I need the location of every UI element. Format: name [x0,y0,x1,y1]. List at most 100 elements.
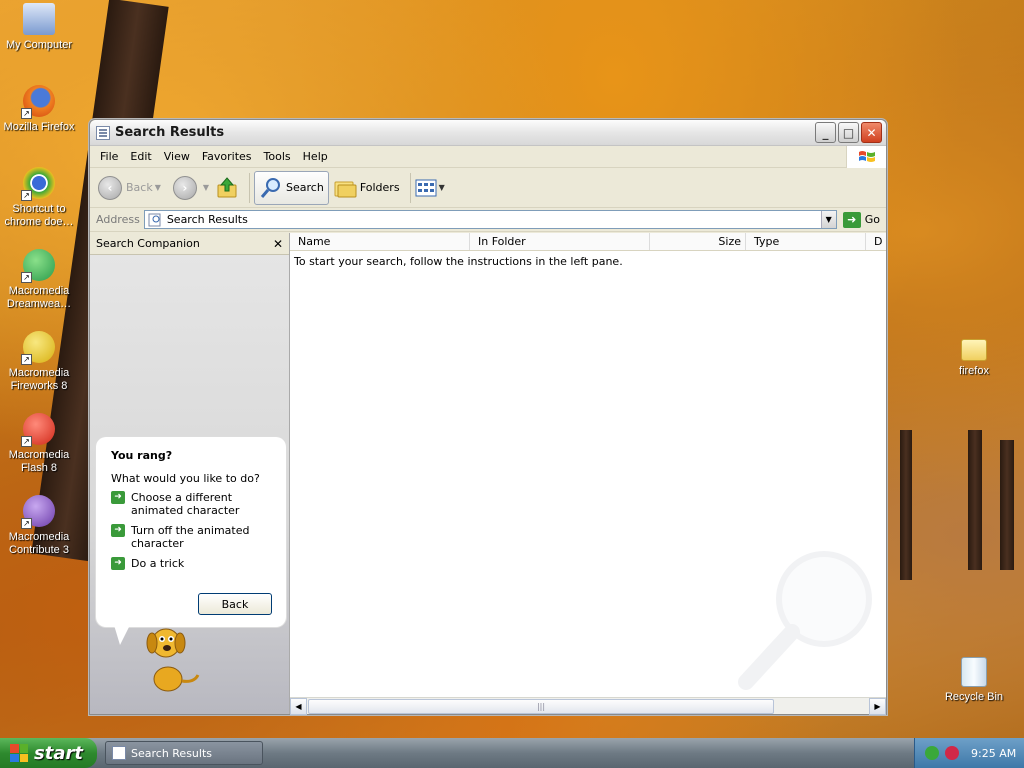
network-icon[interactable] [925,746,939,760]
forward-arrow-icon: › [172,175,197,200]
menu-tools[interactable]: Tools [258,150,297,163]
address-label: Address [96,213,140,226]
desktop-icon-firefox[interactable]: ↗ Mozilla Firefox [0,85,78,134]
windows-flag-icon [10,744,28,762]
balloon-back-button[interactable]: Back [198,593,272,615]
start-label: start [34,742,83,764]
menu-bar: File Edit View Favorites Tools Help [90,146,886,168]
scroll-right-button[interactable]: ▶ [869,697,886,715]
desktop-icon-label: My Computer [5,39,73,51]
desktop-icon-label: Macromedia Dreamwea… [6,285,72,310]
fence-post [968,430,982,570]
search-results-window: Search Results _ □ ✕ File Edit View Favo… [89,119,887,715]
go-button[interactable]: ➜ Go [842,211,880,228]
horizontal-scrollbar[interactable]: ◀ ||| ▶ [290,697,886,715]
desktop-icon-dreamweaver[interactable]: ↗ Macromedia Dreamwea… [0,249,78,311]
desktop-icon-recycle-bin[interactable]: Recycle Bin [935,657,1013,704]
desktop-icon-label: Recycle Bin [944,691,1004,703]
column-date[interactable]: D [866,233,886,250]
menu-help[interactable]: Help [297,150,334,163]
go-arrow-icon: ➜ [842,211,861,228]
up-folder-button[interactable] [215,176,239,200]
option-change-character[interactable]: ➜ Choose a different animated character [111,491,274,517]
option-turn-off-character[interactable]: ➜ Turn off the animated character [111,524,274,550]
search-dog-character[interactable] [142,621,206,693]
folders-icon [334,181,357,197]
window-title: Search Results [115,125,225,140]
folders-label: Folders [359,181,400,194]
chevron-down-icon: ▼ [154,183,161,192]
green-arrow-icon: ➜ [111,557,125,570]
scroll-left-button[interactable]: ◀ [290,697,307,715]
tree-trunk [900,430,912,580]
desktop-icon-fireworks[interactable]: ↗ Macromedia Fireworks 8 [0,331,78,393]
search-companion-header: Search Companion ✕ [90,233,289,255]
desktop-icon-contribute[interactable]: ↗ Macromedia Contribute 3 [0,495,78,557]
back-button[interactable]: ‹ Back ▼ [98,175,161,200]
windows-logo-icon [846,146,886,168]
desktop-icon-chrome[interactable]: ↗ Shortcut to chrome doe… [0,167,78,229]
close-pane-icon[interactable]: ✕ [273,237,283,251]
views-icon [415,179,437,196]
desktop-icon-label: Mozilla Firefox [3,121,75,133]
taskbar-button-label: Search Results [131,746,213,760]
minimize-button[interactable]: _ [815,122,836,143]
option-label: Do a trick [131,557,185,570]
menu-favorites[interactable]: Favorites [196,150,258,163]
column-type[interactable]: Type [746,233,866,250]
search-companion-pane: Search Companion ✕ You rang? What would … [90,233,290,714]
taskbar: start Search Results 9:25 AM [0,738,1024,768]
start-button[interactable]: start [0,738,97,768]
security-shield-icon[interactable] [945,746,959,760]
taskbar-button-search-results[interactable]: Search Results [105,741,263,765]
up-folder-icon [217,176,237,197]
balloon-question: What would you like to do? [111,472,260,485]
folders-button[interactable]: Folders [333,177,400,199]
back-arrow-icon: ‹ [98,175,122,200]
go-label: Go [864,213,880,226]
search-label: Search [286,181,324,194]
green-arrow-icon: ➜ [111,491,125,504]
column-size[interactable]: Size [650,233,746,250]
title-bar[interactable]: Search Results _ □ ✕ [90,120,886,146]
desktop-icon-label: firefox [959,365,989,377]
address-dropdown-button[interactable]: ▼ [820,211,836,228]
desktop-icon-label: Shortcut to chrome doe… [4,203,74,228]
flash-icon: ↗ [21,413,55,447]
close-button[interactable]: ✕ [861,122,882,143]
computer-icon [23,3,55,35]
desktop-icon-label: Macromedia Contribute 3 [8,531,70,556]
folder-icon [961,339,987,361]
desktop-icon-label: Macromedia Flash 8 [8,449,70,474]
clock[interactable]: 9:25 AM [971,747,1016,760]
forward-button[interactable]: › ▼ [172,175,210,200]
dreamweaver-icon: ↗ [21,249,55,283]
views-button[interactable]: ▼ [415,179,445,197]
search-button[interactable]: Search [254,170,329,205]
recycle-bin-icon [961,657,987,687]
maximize-button[interactable]: □ [838,122,859,143]
contribute-icon: ↗ [21,495,55,529]
option-do-a-trick[interactable]: ➜ Do a trick [111,557,274,570]
option-label: Choose a different animated character [131,491,240,517]
fireworks-icon: ↗ [21,331,55,365]
column-name[interactable]: Name [290,233,470,250]
toolbar-separator [409,172,411,203]
magnifier-watermark-icon [738,551,872,690]
column-in-folder[interactable]: In Folder [470,233,650,250]
toolbar-separator [249,172,251,203]
address-field[interactable]: Search Results ▼ [143,210,837,229]
search-companion-title: Search Companion [96,237,200,250]
balloon-heading: You rang? [111,449,173,462]
menu-file[interactable]: File [94,150,124,163]
assistant-balloon: You rang? What would you like to do? ➜ C… [96,437,286,645]
menu-view[interactable]: View [158,150,196,163]
desktop-icon-flash[interactable]: ↗ Macromedia Flash 8 [0,413,78,475]
search-results-icon [148,213,161,226]
menu-edit[interactable]: Edit [124,150,157,163]
chevron-down-icon: ▼ [202,183,210,192]
scroll-thumb[interactable]: ||| [308,699,774,714]
desktop-icon-my-computer[interactable]: My Computer [0,3,78,52]
desktop-icon-firefox-folder[interactable]: firefox [935,333,1013,378]
window-icon [96,125,110,140]
